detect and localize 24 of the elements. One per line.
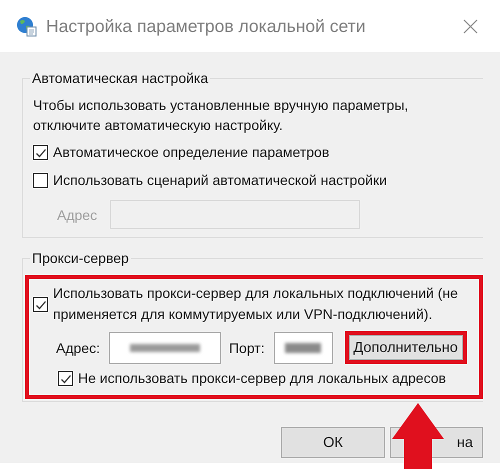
checkbox-label: Автоматическое определение параметров bbox=[53, 143, 330, 162]
checkbox[interactable] bbox=[33, 145, 48, 160]
port-field[interactable] bbox=[274, 332, 333, 364]
group-title: Прокси-сервер bbox=[31, 250, 130, 267]
checkbox[interactable] bbox=[33, 173, 48, 188]
blurred-text-drawing bbox=[285, 342, 322, 354]
group-title: Автоматическая настройка bbox=[31, 70, 210, 87]
checkbox[interactable] bbox=[58, 371, 73, 386]
address-label: Адрес bbox=[57, 206, 98, 222]
port-label: Порт: bbox=[228, 340, 265, 356]
arrow-icon bbox=[392, 403, 444, 469]
checkbox-label: Использовать прокси-сервер для локальных подключений (не применяется для коммутируемых или VPN-подключений). bbox=[53, 284, 458, 324]
blurred-text-drawing bbox=[130, 342, 200, 354]
address-field[interactable] bbox=[108, 332, 221, 364]
close-icon[interactable] bbox=[463, 18, 478, 34]
globe-icon bbox=[16, 16, 37, 36]
advanced-button[interactable]: Дополнительно bbox=[348, 335, 463, 360]
window-title: Настройка параметров локальной сети bbox=[46, 16, 366, 36]
checkbox[interactable] bbox=[33, 297, 48, 312]
ok-button[interactable]: ОК bbox=[281, 427, 385, 458]
checkbox-label: Не использовать прокси-сервер для локальных адресов bbox=[78, 369, 446, 388]
address-label: Адрес: bbox=[56, 340, 100, 356]
hint-text: Чтобы использовать установленные вручную параметры, отключите автоматическую настройку. bbox=[32, 96, 410, 135]
checkbox-label: Использовать сценарий автоматической настройки bbox=[53, 171, 387, 190]
